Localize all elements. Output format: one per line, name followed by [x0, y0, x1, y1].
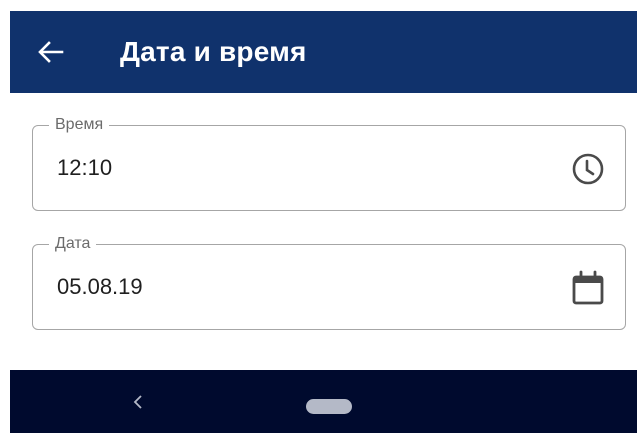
date-value[interactable]: 05.08.19 [57, 245, 537, 329]
arrow-left-icon [38, 41, 64, 63]
app-bar: Дата и время [10, 11, 637, 93]
settings-form: Время 12:10 Дата 05.08.19 [10, 93, 637, 370]
back-button[interactable] [30, 31, 72, 73]
nav-back-button[interactable] [128, 392, 148, 412]
chevron-left-icon [133, 395, 142, 409]
time-picker-button[interactable] [569, 150, 607, 188]
time-field[interactable]: Время 12:10 [32, 115, 626, 211]
home-pill-icon[interactable] [306, 399, 352, 414]
page-title: Дата и время [120, 36, 307, 67]
clock-icon [572, 153, 604, 185]
date-picker-button[interactable] [569, 269, 607, 307]
left-edge [0, 0, 10, 433]
screen: Дата и время Время 12:10 Дата 05.08.19 [0, 0, 637, 433]
system-nav-bar [10, 370, 637, 433]
calendar-icon [572, 270, 604, 305]
date-field[interactable]: Дата 05.08.19 [32, 234, 626, 330]
time-value[interactable]: 12:10 [57, 126, 537, 210]
